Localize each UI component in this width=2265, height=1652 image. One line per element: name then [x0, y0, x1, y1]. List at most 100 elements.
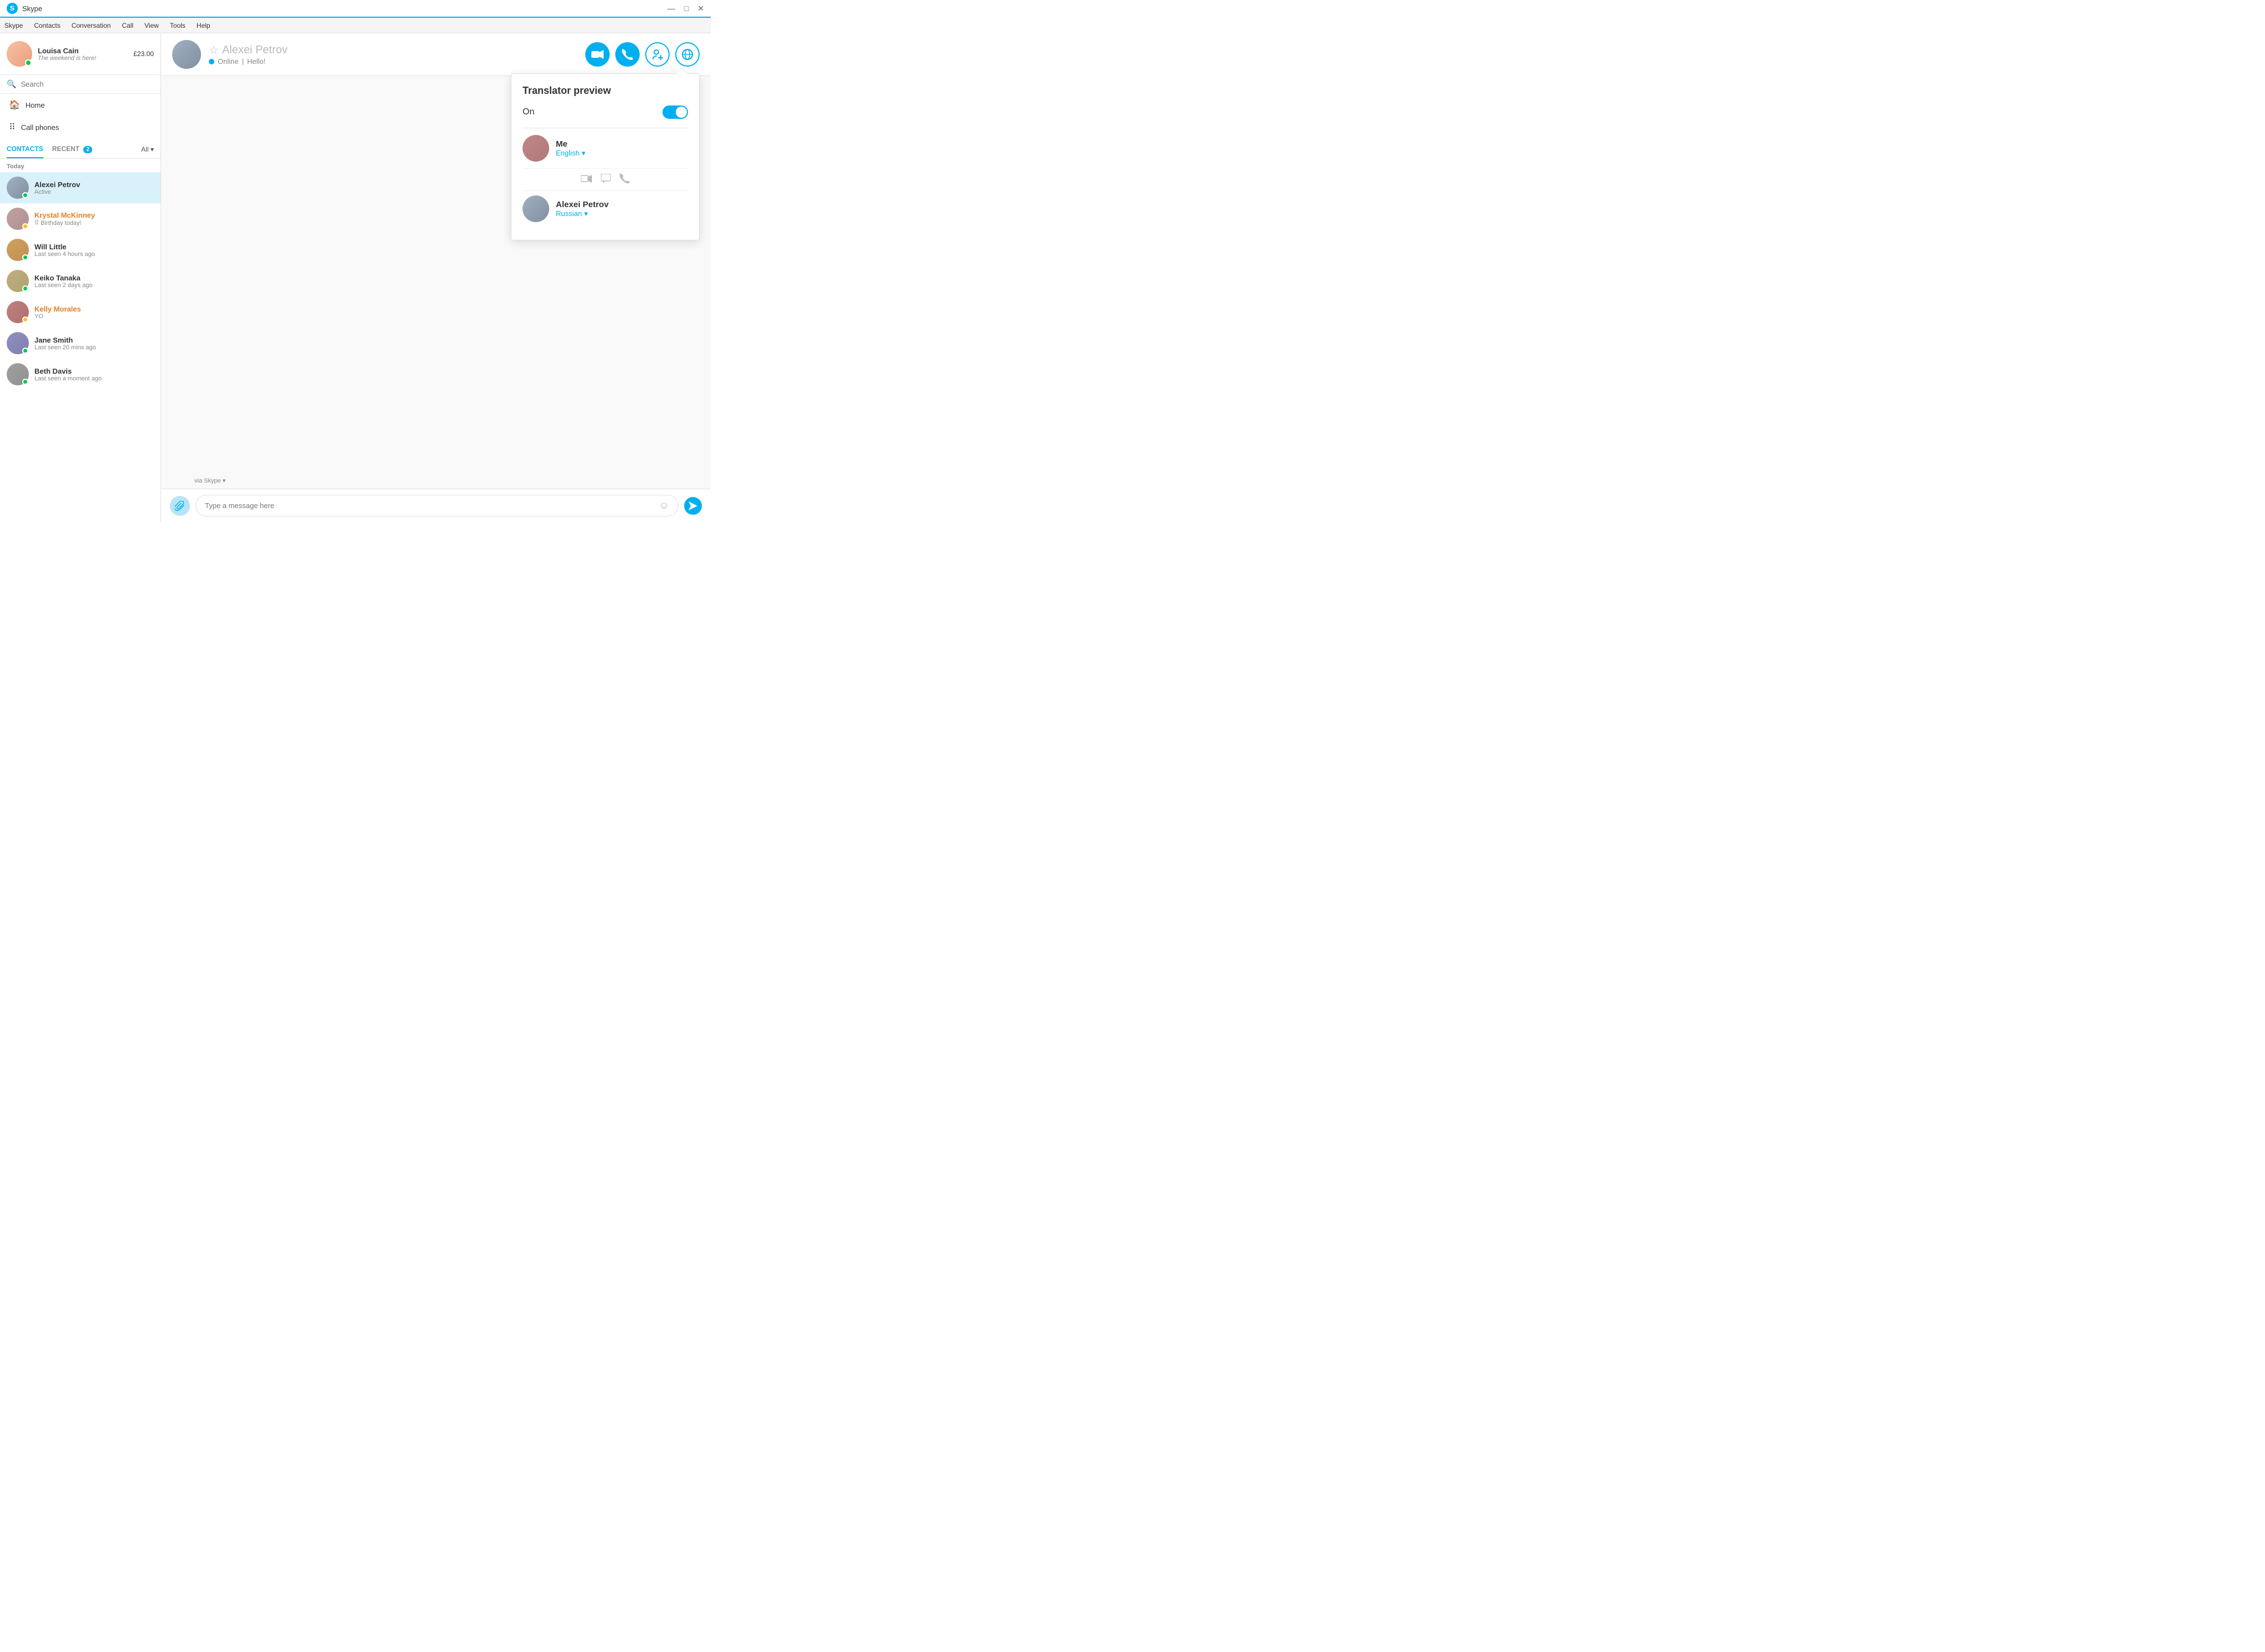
- header-actions: [585, 42, 700, 67]
- popup-video-icon[interactable]: [581, 174, 592, 185]
- tab-recent[interactable]: RECENT 2: [52, 140, 92, 158]
- nav-call-phones[interactable]: ⠿ Call phones: [0, 116, 160, 138]
- contact-popup-avatar: [523, 195, 549, 222]
- list-item[interactable]: Alexei Petrov Active: [0, 172, 160, 203]
- search-icon: 🔍: [7, 79, 16, 89]
- contact-name: Will Little: [34, 243, 154, 251]
- minimize-button[interactable]: —: [667, 4, 675, 13]
- profile-name: Louisa Cain: [38, 47, 128, 55]
- app-title: Skype: [22, 4, 42, 13]
- title-bar: S Skype — □ ✕: [0, 0, 711, 18]
- main-layout: Louisa Cain The weekend is here! £23.00 …: [0, 33, 711, 522]
- away-status-dot: [22, 223, 28, 229]
- list-item[interactable]: Jane Smith Last seen 20 mins ago: [0, 328, 160, 359]
- avatar: [7, 301, 29, 323]
- contact-info: Beth Davis Last seen a moment ago: [34, 367, 154, 382]
- dialpad-icon: ⠿: [9, 122, 16, 133]
- emoji-icon[interactable]: ☺: [659, 500, 669, 511]
- list-item[interactable]: Keiko Tanaka Last seen 2 days ago: [0, 265, 160, 297]
- close-button[interactable]: ✕: [697, 4, 704, 13]
- contact-info: Alexei Petrov Active: [34, 180, 154, 195]
- contact-status: ⠿ Birthday today!: [34, 219, 154, 227]
- contact-status: Last seen 2 days ago: [34, 282, 154, 289]
- menu-view[interactable]: View: [144, 22, 159, 29]
- add-person-button[interactable]: [645, 42, 670, 67]
- list-item[interactable]: Kelly Morales YO: [0, 297, 160, 328]
- contact-status: Last seen a moment ago: [34, 375, 154, 382]
- tabs: CONTACTS RECENT 2 All ▾: [0, 140, 160, 159]
- list-item[interactable]: Krystal McKinney ⠿ Birthday today!: [0, 203, 160, 234]
- menu-call[interactable]: Call: [122, 22, 133, 29]
- attach-button[interactable]: [170, 496, 190, 516]
- contact-status: Last seen 20 mins ago: [34, 344, 154, 351]
- popup-on-label: On: [523, 107, 534, 117]
- skype-logo-icon: S: [7, 3, 18, 14]
- online-status-dot: [22, 254, 28, 260]
- me-language-selector[interactable]: English ▾: [556, 149, 585, 158]
- popup-person-me: Me English ▾: [523, 135, 688, 162]
- popup-icons-row: [523, 168, 688, 191]
- maximize-button[interactable]: □: [684, 4, 689, 13]
- popup-title: Translator preview: [523, 85, 688, 97]
- avatar: [7, 270, 29, 292]
- contact-name: Kelly Morales: [34, 305, 154, 313]
- contact-name: Keiko Tanaka: [34, 274, 154, 282]
- profile-info: Louisa Cain The weekend is here!: [38, 47, 128, 62]
- search-input[interactable]: [21, 80, 154, 88]
- nav-call-phones-label: Call phones: [21, 123, 59, 132]
- send-button[interactable]: [684, 497, 702, 515]
- header-contact-name: ☆ Alexei Petrov: [209, 43, 577, 57]
- list-item[interactable]: Will Little Last seen 4 hours ago: [0, 234, 160, 265]
- profile-area: Louisa Cain The weekend is here! £23.00: [0, 33, 160, 75]
- me-language-chevron-icon: ▾: [582, 149, 586, 158]
- contact-info: Will Little Last seen 4 hours ago: [34, 243, 154, 258]
- avatar: [7, 208, 29, 230]
- translator-toggle[interactable]: [662, 106, 688, 119]
- contact-name: Beth Davis: [34, 367, 154, 375]
- popup-toggle-row: On: [523, 106, 688, 119]
- content-area: ☆ Alexei Petrov Online | Hello!: [161, 33, 711, 522]
- menu-conversation[interactable]: Conversation: [72, 22, 111, 29]
- popup-chat-icon[interactable]: [601, 174, 611, 185]
- contact-info: Kelly Morales YO: [34, 305, 154, 320]
- popup-phone-icon[interactable]: [620, 173, 630, 186]
- video-call-button[interactable]: [585, 42, 610, 67]
- tab-all[interactable]: All ▾: [141, 145, 154, 153]
- message-input-wrap: ☺: [195, 495, 679, 516]
- online-status-dot: [22, 348, 28, 354]
- avatar: [7, 363, 29, 385]
- menu-bar: Skype Contacts Conversation Call View To…: [0, 18, 711, 33]
- message-input[interactable]: [205, 501, 655, 510]
- menu-help[interactable]: Help: [197, 22, 210, 29]
- search-area: 🔍: [0, 75, 160, 94]
- contact-name: Jane Smith: [34, 336, 154, 344]
- me-avatar: [523, 135, 549, 162]
- profile-balance: £23.00: [133, 50, 154, 58]
- contact-status: YO: [34, 313, 154, 320]
- header-avatar: [172, 40, 201, 69]
- tab-contacts[interactable]: CONTACTS: [7, 140, 43, 158]
- nav-home[interactable]: 🏠 Home: [0, 94, 160, 116]
- sidebar: Louisa Cain The weekend is here! £23.00 …: [0, 33, 161, 522]
- translator-popup: Translator preview On Me English ▾: [511, 73, 700, 240]
- contact-status: Active: [34, 189, 154, 195]
- menu-skype[interactable]: Skype: [4, 22, 23, 29]
- translator-button[interactable]: [675, 42, 700, 67]
- recent-badge: 2: [83, 146, 92, 153]
- list-item[interactable]: Beth Davis Last seen a moment ago: [0, 359, 160, 390]
- via-dropdown-icon[interactable]: ▾: [223, 478, 226, 484]
- favorite-star-icon[interactable]: ☆: [209, 43, 219, 57]
- contact-language-label: Russian: [556, 209, 582, 218]
- me-language-label: English: [556, 149, 580, 157]
- online-status-dot: [22, 192, 28, 198]
- contact-language-selector[interactable]: Russian ▾: [556, 209, 609, 218]
- title-bar-left: S Skype: [7, 3, 42, 14]
- me-info: Me English ▾: [556, 139, 585, 158]
- contact-header: ☆ Alexei Petrov Online | Hello!: [161, 33, 711, 76]
- online-status-dot: [22, 379, 28, 385]
- menu-tools[interactable]: Tools: [170, 22, 185, 29]
- menu-contacts[interactable]: Contacts: [34, 22, 60, 29]
- home-icon: 🏠: [9, 99, 20, 111]
- avatar: [7, 332, 29, 354]
- audio-call-button[interactable]: [615, 42, 640, 67]
